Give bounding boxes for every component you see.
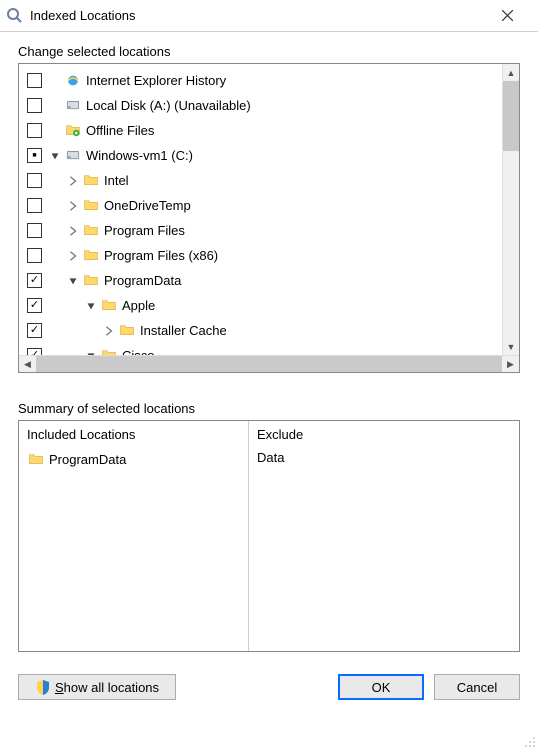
tree-checkbox[interactable] [27,173,42,188]
scrollbar-thumb[interactable] [503,81,519,151]
exclude-item[interactable]: Data [249,448,519,467]
tree-item[interactable]: Offline Files [19,118,502,143]
show-all-locations-button[interactable]: Show all locations [18,674,176,700]
summary-label: Summary of selected locations [18,401,520,416]
tree-checkbox[interactable] [27,273,42,288]
tree-item[interactable]: Program Files [19,218,502,243]
tree-item-label: Cisco [122,348,155,355]
close-button[interactable] [484,1,530,31]
tree-item-label: Program Files (x86) [104,248,218,263]
offline-icon [64,122,82,140]
tree-checkbox[interactable] [27,123,42,138]
folder-icon [82,272,100,290]
tree-item[interactable]: Internet Explorer History [19,68,502,93]
expand-none [48,99,62,113]
show-all-mnemonic: S [55,680,64,695]
tree-item[interactable]: Apple [19,293,502,318]
expand-none [48,74,62,88]
expand-closed-icon[interactable] [66,224,80,238]
app-icon [6,7,24,25]
scroll-left-button[interactable]: ◀ [19,356,36,372]
tree-item[interactable]: OneDriveTemp [19,193,502,218]
ie-icon [64,72,82,90]
tree-item-label: Windows-vm1 (C:) [86,148,193,163]
expand-closed-icon[interactable] [102,324,116,338]
horizontal-scrollbar[interactable]: ◀ ▶ [19,355,519,372]
folder-icon [118,322,136,340]
tree-checkbox[interactable] [27,198,42,213]
expand-none [48,124,62,138]
locations-tree: Internet Explorer History Local Disk (A:)… [18,63,520,373]
expand-closed-icon[interactable] [66,199,80,213]
scroll-right-button[interactable]: ▶ [502,356,519,372]
tree-checkbox[interactable] [27,73,42,88]
tree-item[interactable]: Cisco [19,343,502,355]
tree-item-label: ProgramData [104,273,181,288]
expand-open-icon[interactable] [66,274,80,288]
tree-item[interactable]: Program Files (x86) [19,243,502,268]
exclude-header: Exclude [249,421,519,448]
tree-checkbox[interactable] [27,298,42,313]
expand-closed-icon[interactable] [66,174,80,188]
ok-button[interactable]: OK [338,674,424,700]
included-header: Included Locations [19,421,248,448]
tree-checkbox[interactable] [27,348,42,355]
tree-item-label: OneDriveTemp [104,198,191,213]
resize-grip-icon[interactable] [522,734,536,748]
folder-icon [100,347,118,356]
tree-item[interactable]: Intel [19,168,502,193]
expand-open-icon[interactable] [48,149,62,163]
expand-open-icon[interactable] [84,349,98,356]
tree-item-label: Installer Cache [140,323,227,338]
button-bar: Show all locations OK Cancel [0,662,538,700]
tree-checkbox[interactable] [27,248,42,263]
folder-icon [82,222,100,240]
included-item-label: ProgramData [49,452,126,467]
shield-icon [35,679,51,695]
cancel-button[interactable]: Cancel [434,674,520,700]
tree-item-label: Offline Files [86,123,154,138]
tree-checkbox[interactable] [27,148,42,163]
window-title: Indexed Locations [30,8,484,23]
folder-icon [82,247,100,265]
tree-item[interactable]: ProgramData [19,268,502,293]
folder-icon [82,197,100,215]
show-all-label: how all locations [64,680,159,695]
scroll-up-button[interactable]: ▲ [503,64,519,81]
tree-checkbox[interactable] [27,98,42,113]
folder-icon [100,297,118,315]
close-icon [502,10,513,21]
folder-icon [82,172,100,190]
disk-icon [64,147,82,165]
expand-open-icon[interactable] [84,299,98,313]
tree-item[interactable]: Windows-vm1 (C:) [19,143,502,168]
summary-box: Included Locations ProgramData Exclude D… [18,420,520,652]
folder-icon [27,450,45,468]
tree-item-label: Program Files [104,223,185,238]
tree-checkbox[interactable] [27,323,42,338]
change-locations-label: Change selected locations [18,44,520,59]
tree-item[interactable]: Installer Cache [19,318,502,343]
titlebar: Indexed Locations [0,0,538,32]
hscroll-track[interactable] [36,356,502,372]
tree-item-label: Local Disk (A:) (Unavailable) [86,98,251,113]
tree-item[interactable]: Local Disk (A:) (Unavailable) [19,93,502,118]
tree-item-label: Intel [104,173,129,188]
tree-item-label: Apple [122,298,155,313]
expand-closed-icon[interactable] [66,249,80,263]
tree-item-label: Internet Explorer History [86,73,226,88]
included-item[interactable]: ProgramData [19,448,248,470]
tree-checkbox[interactable] [27,223,42,238]
exclude-item-label: Data [257,450,284,465]
disk-icon [64,97,82,115]
vertical-scrollbar[interactable]: ▲ ▼ [502,64,519,355]
scroll-down-button[interactable]: ▼ [503,338,519,355]
